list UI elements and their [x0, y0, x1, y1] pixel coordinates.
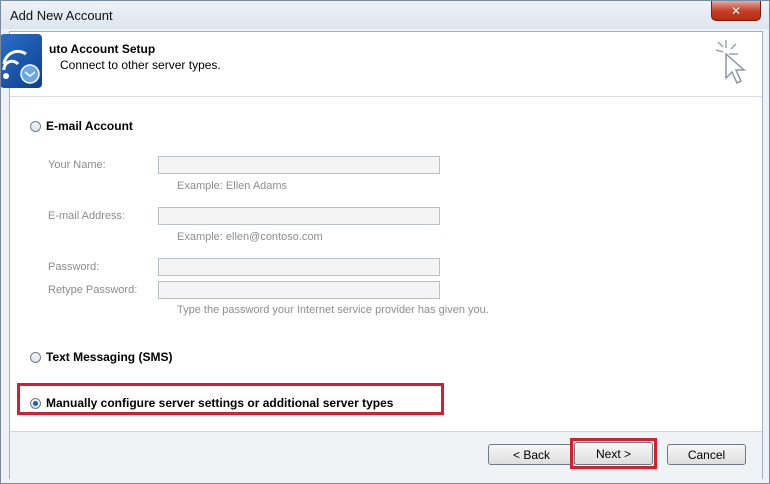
your-name-hint: Example: Ellen Adams [177, 180, 288, 192]
window-title: Add New Account [10, 8, 113, 23]
email-wireless-icon [1, 34, 42, 88]
wizard-title: uto Account Setup [49, 42, 156, 56]
manual-config-radio[interactable] [30, 397, 41, 409]
next-button[interactable]: Next > [574, 442, 653, 465]
manual-config-label: Manually configure server settings or ad… [46, 396, 394, 410]
dialog-client-area: uto Account Setup Connect to other serve… [1, 31, 763, 479]
back-button[interactable]: < Back [488, 444, 575, 465]
email-address-input[interactable] [158, 207, 440, 225]
email-account-radio[interactable] [30, 120, 41, 132]
wizard-footer: < Back Next > Cancel [10, 431, 762, 479]
text-messaging-label: Text Messaging (SMS) [46, 350, 173, 364]
your-name-input[interactable] [158, 156, 440, 174]
wizard-cursor-icon [715, 40, 746, 85]
your-name-label: Your Name: [48, 159, 106, 171]
wizard-subtitle: Connect to other server types. [60, 58, 221, 72]
email-address-label: E-mail Address: [48, 210, 126, 222]
text-messaging-radio[interactable] [30, 351, 41, 363]
email-account-label: E-mail Account [46, 119, 133, 133]
password-input[interactable] [158, 258, 440, 276]
manual-config-option[interactable]: Manually configure server settings or ad… [30, 396, 393, 410]
cancel-button[interactable]: Cancel [667, 444, 746, 465]
text-messaging-option[interactable]: Text Messaging (SMS) [30, 350, 172, 364]
close-button[interactable]: ✕ [711, 1, 761, 21]
email-address-hint: Example: ellen@contoso.com [177, 231, 323, 243]
wizard-body: E-mail Account Your Name: Example: Ellen… [10, 97, 762, 431]
wizard-header: uto Account Setup Connect to other serve… [1, 32, 762, 97]
password-hint: Type the password your Internet service … [177, 304, 489, 316]
email-account-option[interactable]: E-mail Account [30, 119, 133, 133]
add-new-account-window: Add New Account ✕ uto Account Setup Conn… [0, 0, 770, 484]
close-icon: ✕ [730, 3, 742, 18]
retype-password-label: Retype Password: [48, 284, 138, 296]
password-label: Password: [48, 261, 100, 273]
retype-password-input[interactable] [158, 281, 440, 299]
title-bar[interactable]: Add New Account ✕ [1, 1, 769, 29]
